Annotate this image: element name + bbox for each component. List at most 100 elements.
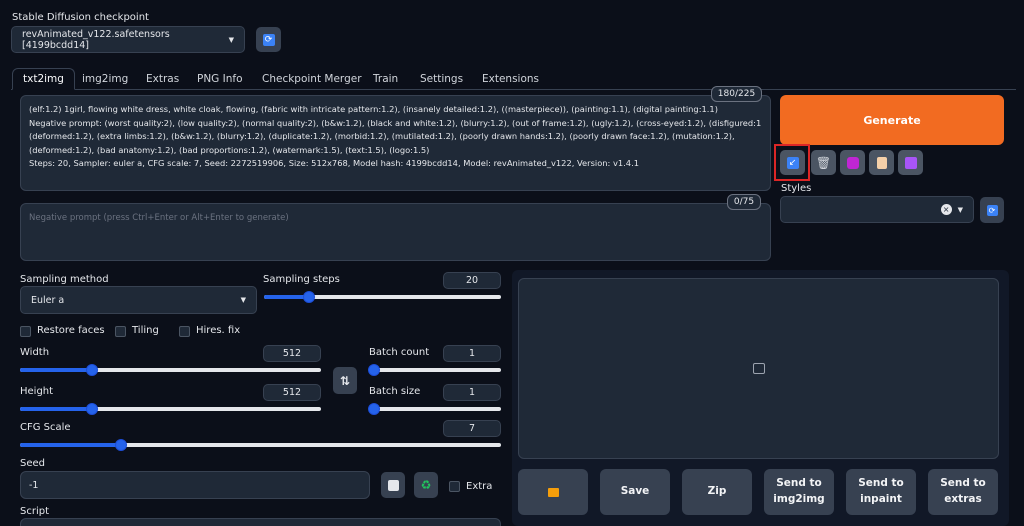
tab-txt2img[interactable]: txt2img xyxy=(12,68,75,90)
cfg-scale-label: CFG Scale xyxy=(20,422,71,433)
batch-size-input[interactable]: 1 xyxy=(443,384,501,401)
floppy-disk-icon xyxy=(904,156,917,169)
width-slider[interactable] xyxy=(20,364,321,376)
height-input[interactable]: 512 xyxy=(263,384,321,401)
batch-count-slider[interactable] xyxy=(368,364,501,376)
tab-extensions[interactable]: Extensions xyxy=(482,68,539,90)
recycle-icon: ♻ xyxy=(420,478,432,492)
tab-checkpoint-merger[interactable]: Checkpoint Merger xyxy=(262,68,362,90)
read-generation-params-button[interactable]: ↙ xyxy=(780,150,805,175)
reuse-seed-button[interactable]: ♻ xyxy=(414,472,438,498)
negative-prompt-placeholder: Negative prompt (press Ctrl+Enter or Alt… xyxy=(29,213,289,223)
arrow-down-left-icon: ↙ xyxy=(786,156,799,169)
refresh-styles-button[interactable]: ⟳ xyxy=(980,197,1004,223)
slider-thumb[interactable] xyxy=(86,403,99,415)
open-folder-button[interactable] xyxy=(518,469,588,515)
prompt-line: Steps: 20, Sampler: euler a, CFG scale: … xyxy=(29,158,639,169)
swap-dimensions-button[interactable]: ⇅ xyxy=(333,367,357,394)
dice-icon xyxy=(387,479,399,491)
button-label-line: img2img xyxy=(773,493,825,505)
batch-count-label: Batch count xyxy=(369,347,430,358)
prompt-textarea[interactable]: (elf:1.2) 1girl, flowing white dress, wh… xyxy=(20,95,771,191)
slider-fill xyxy=(20,407,93,411)
sampling-method-label: Sampling method xyxy=(20,274,109,285)
button-label-line: Send to xyxy=(776,477,822,490)
folder-icon xyxy=(547,487,559,497)
clipboard-icon xyxy=(876,156,887,169)
extra-seed-label: Extra xyxy=(466,481,493,492)
width-label: Width xyxy=(20,347,50,358)
height-slider[interactable] xyxy=(20,403,321,415)
tab-settings[interactable]: Settings xyxy=(420,68,463,90)
checkpoint-dropdown[interactable]: revAnimated_v122.safetensors [4199bcdd14… xyxy=(11,26,245,53)
send-to-extras-button[interactable]: Send to extras xyxy=(928,469,998,515)
tab-img2img[interactable]: img2img xyxy=(82,68,128,90)
prompt-line: (deformed:1.2), (extra limbs:1.2), (b&w:… xyxy=(29,131,735,142)
slider-thumb[interactable] xyxy=(368,403,380,415)
refresh-icon: ⟳ xyxy=(986,204,998,216)
negative-token-counter: 0/75 xyxy=(727,194,761,210)
script-dropdown[interactable] xyxy=(20,518,501,526)
prompt-line: Negative prompt: (worst quality:2), (low… xyxy=(29,117,762,128)
tab-png-info[interactable]: PNG Info xyxy=(197,68,243,90)
slider-thumb[interactable] xyxy=(115,439,127,451)
tab-extras[interactable]: Extras xyxy=(146,68,179,90)
chevron-down-icon: ▼ xyxy=(240,296,246,304)
prompt-text: (elf:1.2) 1girl, flowing white dress, wh… xyxy=(29,103,762,171)
styles-label: Styles xyxy=(781,183,812,194)
zip-button[interactable]: Zip xyxy=(682,469,752,515)
slider-fill xyxy=(20,368,93,372)
extra-seed-checkbox[interactable] xyxy=(449,481,460,492)
random-seed-button[interactable] xyxy=(381,472,405,498)
tiling-label: Tiling xyxy=(132,325,159,336)
image-icon xyxy=(752,363,765,374)
sampling-method-value: Euler a xyxy=(31,294,65,306)
clear-prompt-button[interactable]: 🗑 xyxy=(811,150,836,175)
prompt-line: (elf:1.2) 1girl, flowing white dress, wh… xyxy=(29,104,718,114)
restore-faces-label: Restore faces xyxy=(37,325,105,336)
show-extra-networks-button[interactable] xyxy=(840,150,865,175)
save-style-button[interactable] xyxy=(898,150,923,175)
sampling-steps-input[interactable]: 20 xyxy=(443,272,501,289)
generate-button[interactable]: Generate xyxy=(780,95,1004,145)
save-button[interactable]: Save xyxy=(600,469,670,515)
clear-icon: × xyxy=(940,204,952,215)
slider-thumb[interactable] xyxy=(86,364,99,376)
swap-arrows-icon: ⇅ xyxy=(339,373,351,388)
cfg-scale-slider[interactable] xyxy=(20,439,501,451)
width-input[interactable]: 512 xyxy=(263,345,321,362)
batch-size-label: Batch size xyxy=(369,386,421,397)
prompt-token-counter: 180/225 xyxy=(711,86,762,102)
chevron-down-icon: ▼ xyxy=(228,35,234,44)
sampling-method-dropdown[interactable]: Euler a ▼ xyxy=(20,286,257,314)
button-label-line: Send to xyxy=(940,477,986,490)
prompt-line: (deformed:1.2), (bad anatomy:1.2), (bad … xyxy=(29,144,430,155)
output-image-area xyxy=(518,278,999,459)
cfg-scale-input[interactable]: 7 xyxy=(443,420,501,437)
trash-icon: 🗑 xyxy=(815,155,832,170)
hires-fix-checkbox[interactable] xyxy=(179,326,190,337)
tiling-checkbox[interactable] xyxy=(115,326,126,337)
batch-count-input[interactable]: 1 xyxy=(443,345,501,362)
button-label-line: Send to xyxy=(858,477,904,490)
checkpoint-label: Stable Diffusion checkpoint xyxy=(12,12,149,23)
batch-size-slider[interactable] xyxy=(368,403,501,415)
seed-input[interactable]: -1 xyxy=(20,471,370,499)
slider-thumb[interactable] xyxy=(368,364,380,376)
sampling-steps-slider[interactable] xyxy=(264,291,501,303)
send-to-img2img-button[interactable]: Send to img2img xyxy=(764,469,834,515)
send-to-inpaint-button[interactable]: Send to inpaint xyxy=(846,469,916,515)
slider-fill xyxy=(20,443,121,447)
checkpoint-value: revAnimated_v122.safetensors [4199bcdd14… xyxy=(22,28,170,51)
restore-faces-checkbox[interactable] xyxy=(20,326,31,337)
refresh-checkpoint-button[interactable]: ⟳ xyxy=(256,27,281,52)
slider-thumb[interactable] xyxy=(303,291,316,303)
refresh-icon: ⟳ xyxy=(262,33,275,46)
button-label-line: inpaint xyxy=(860,493,902,505)
tab-train[interactable]: Train xyxy=(373,68,398,90)
hires-fix-label: Hires. fix xyxy=(196,325,241,336)
styles-dropdown[interactable]: × ▼ xyxy=(780,196,974,223)
height-label: Height xyxy=(20,386,54,397)
negative-prompt-textarea[interactable]: Negative prompt (press Ctrl+Enter or Alt… xyxy=(20,203,771,261)
apply-style-button[interactable] xyxy=(869,150,894,175)
